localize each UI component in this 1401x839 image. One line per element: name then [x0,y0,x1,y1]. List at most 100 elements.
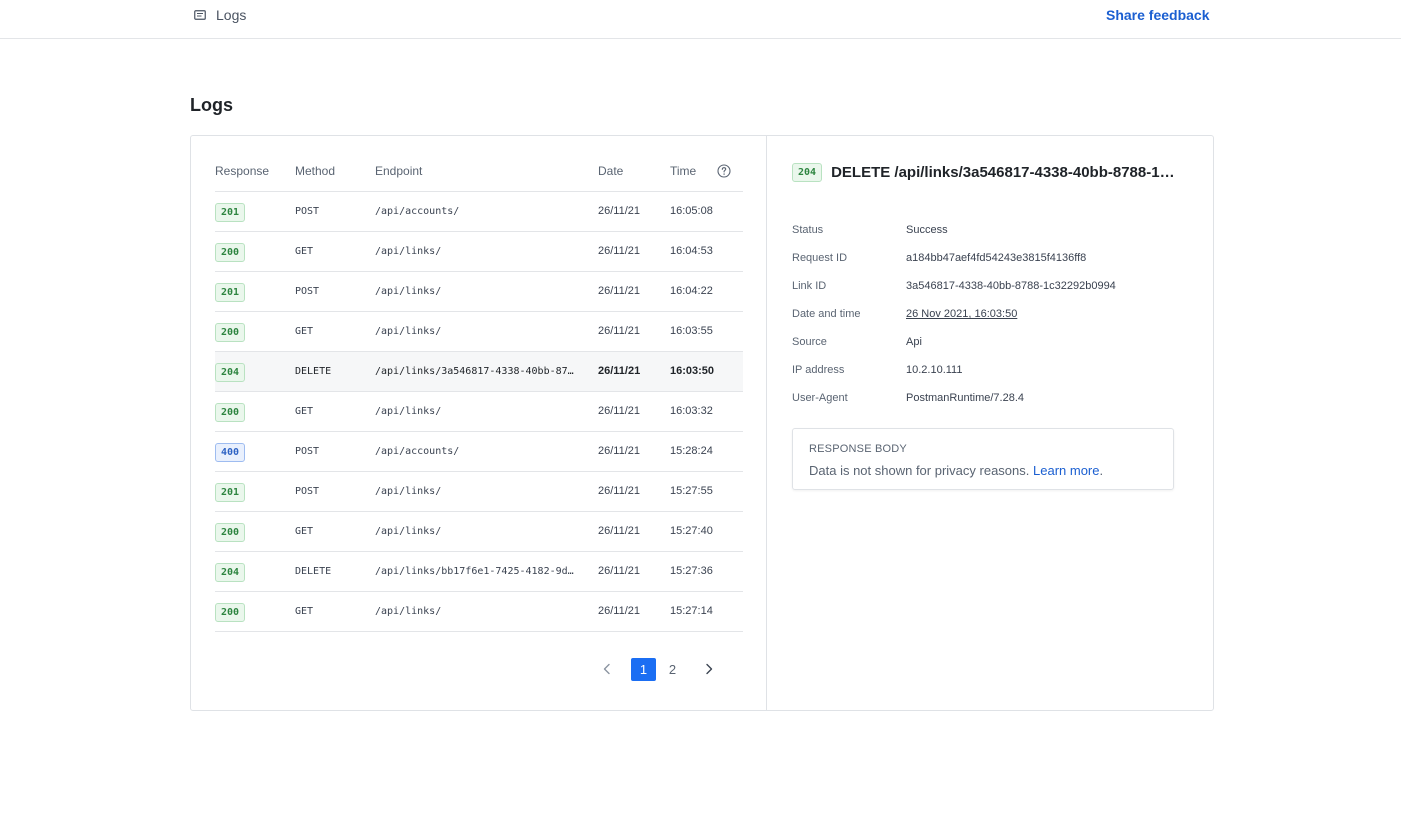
table-row[interactable]: 201 POST/api/accounts/26/11/21 16:05:08 [215,192,743,232]
detail-field: Date and time 26 Nov 2021, 16:03:50 [792,308,1192,322]
detail-field-label: IP address [792,364,845,376]
table-row[interactable]: 200 GET/api/links/26/11/21 15:27:40 [215,512,743,552]
date-cell: 26/11/21 [598,205,641,217]
endpoint-cell: /api/links/ [375,286,442,297]
endpoint-cell: /api/links/ [375,606,442,617]
detail-field-value: 3a546817-4338-40bb-8788-1c32292b0994 [906,280,1116,292]
table-row[interactable]: 200 GET/api/links/26/11/21 16:03:32 [215,392,743,432]
response-cell: 200 [215,243,246,262]
method-cell: DELETE [295,566,332,577]
header-endpoint: Endpoint [375,164,423,178]
learn-more-link[interactable]: Learn more [1033,463,1099,478]
page-1-button[interactable]: 1 [631,657,656,681]
date-cell: 26/11/21 [598,485,641,497]
response-cell: 204 [215,563,246,582]
top-bar: Logs Share feedback [0,0,1401,39]
response-cell: 201 [215,483,246,502]
method-cell: GET [295,246,314,257]
date-cell: 26/11/21 [598,285,641,297]
detail-field-value: Api [906,336,922,348]
detail-field: User-Agent PostmanRuntime/7.28.4 [792,392,1192,406]
detail-field: IP address 10.2.10.111 [792,364,1192,378]
method-cell: DELETE [295,366,332,377]
detail-field-label: User-Agent [792,392,848,404]
endpoint-cell: /api/links/ [375,326,442,337]
time-cell: 15:27:36 [670,565,713,577]
log-detail-pane: 204 DELETE /api/links/3a546817-4338-40bb… [768,136,1214,710]
status-badge: 200 [215,323,246,342]
time-cell: 16:03:55 [670,325,713,337]
status-badge: 201 [215,203,246,222]
response-cell: 200 [215,523,246,542]
status-badge: 201 [215,483,246,502]
privacy-message: Data is not shown for privacy reasons. [809,463,1030,478]
method-cell: GET [295,326,314,337]
date-cell: 26/11/21 [598,405,641,417]
status-badge: 204 [215,563,246,582]
page-2-button[interactable]: 2 [660,658,685,681]
detail-field: Source Api [792,336,1192,350]
detail-field: Request ID a184bb47aef4fd54243e3815f4136f… [792,252,1192,266]
message-suffix: . [1099,463,1104,478]
method-cell: POST [295,486,320,497]
share-feedback-link[interactable]: Share feedback [1106,7,1210,23]
table-row[interactable]: 201 POST/api/links/26/11/21 15:27:55 [215,472,743,512]
response-cell: 201 [215,203,246,222]
table-row[interactable]: 204 DELETE/api/links/bb17f6e1-7425-4182-9… [215,552,743,592]
endpoint-cell: /api/links/ [375,406,442,417]
status-badge: 200 [215,523,246,542]
response-cell: 400 [215,443,246,462]
time-cell: 16:03:50 [670,365,715,377]
table-row[interactable]: 200 GET/api/links/26/11/21 16:03:55 [215,312,743,352]
detail-field-label: Source [792,336,827,348]
detail-status-badge: 204 [792,163,823,182]
endpoint-cell: /api/links/ [375,526,442,537]
time-cell: 16:03:32 [670,405,713,417]
status-badge: 400 [215,443,246,462]
logs-panel: Response Method Endpoint Date Time 201 PO… [190,135,1214,711]
chevron-left-icon[interactable] [595,657,619,681]
breadcrumb-label[interactable]: Logs [216,7,246,23]
method-cell: GET [295,606,314,617]
table-row[interactable]: 400 POST/api/accounts/26/11/21 15:28:24 [215,432,743,472]
header-response: Response [215,164,270,178]
help-circle-icon[interactable] [717,164,731,178]
date-cell: 26/11/21 [598,325,641,337]
table-row[interactable]: 200 GET/api/links/26/11/21 16:04:53 [215,232,743,272]
detail-field: Link ID 3a546817-4338-40bb-8788-1c32292b0… [792,280,1192,294]
header-date: Date [598,164,624,178]
table-row[interactable]: 201 POST/api/links/26/11/21 16:04:22 [215,272,743,312]
endpoint-cell: /api/accounts/ [375,206,460,217]
header-method: Method [295,164,336,178]
response-cell: 204 [215,363,246,382]
method-cell: POST [295,206,320,217]
status-badge: 204 [215,363,246,382]
response-body-label: RESPONSE BODY [809,443,907,455]
time-cell: 15:28:24 [670,445,713,457]
status-badge: 200 [215,243,246,262]
detail-field-label: Date and time [792,308,861,320]
detail-field-value: a184bb47aef4fd54243e3815f4136ff8 [906,252,1087,264]
detail-field-label: Status [792,224,824,236]
detail-field-label: Link ID [792,280,827,292]
chevron-right-icon[interactable] [697,657,721,681]
logs-icon [194,10,206,20]
date-cell: 26/11/21 [598,245,641,257]
response-body-box: RESPONSE BODY Data is not shown for priv… [792,428,1174,490]
table-row[interactable]: 200 GET/api/links/26/11/21 15:27:14 [215,592,743,632]
table-row[interactable]: 204 DELETE/api/links/3a546817-4338-40bb-8… [215,352,743,392]
logs-list-pane: Response Method Endpoint Date Time 201 PO… [191,136,767,710]
status-badge: 201 [215,283,246,302]
detail-field-value: Success [906,224,948,236]
breadcrumb[interactable]: Logs [194,7,246,23]
detail-field-value[interactable]: 26 Nov 2021, 16:03:50 [906,308,1017,320]
endpoint-cell: /api/links/ [375,246,442,257]
response-cell: 200 [215,603,246,622]
response-cell: 201 [215,283,246,302]
endpoint-cell: /api/links/3a546817-4338-40bb-87… [375,366,574,377]
endpoint-cell: /api/accounts/ [375,446,460,457]
status-badge: 200 [215,403,246,422]
date-cell: 26/11/21 [598,605,641,617]
time-cell: 16:05:08 [670,205,713,217]
detail-field: Status Success [792,224,1192,238]
